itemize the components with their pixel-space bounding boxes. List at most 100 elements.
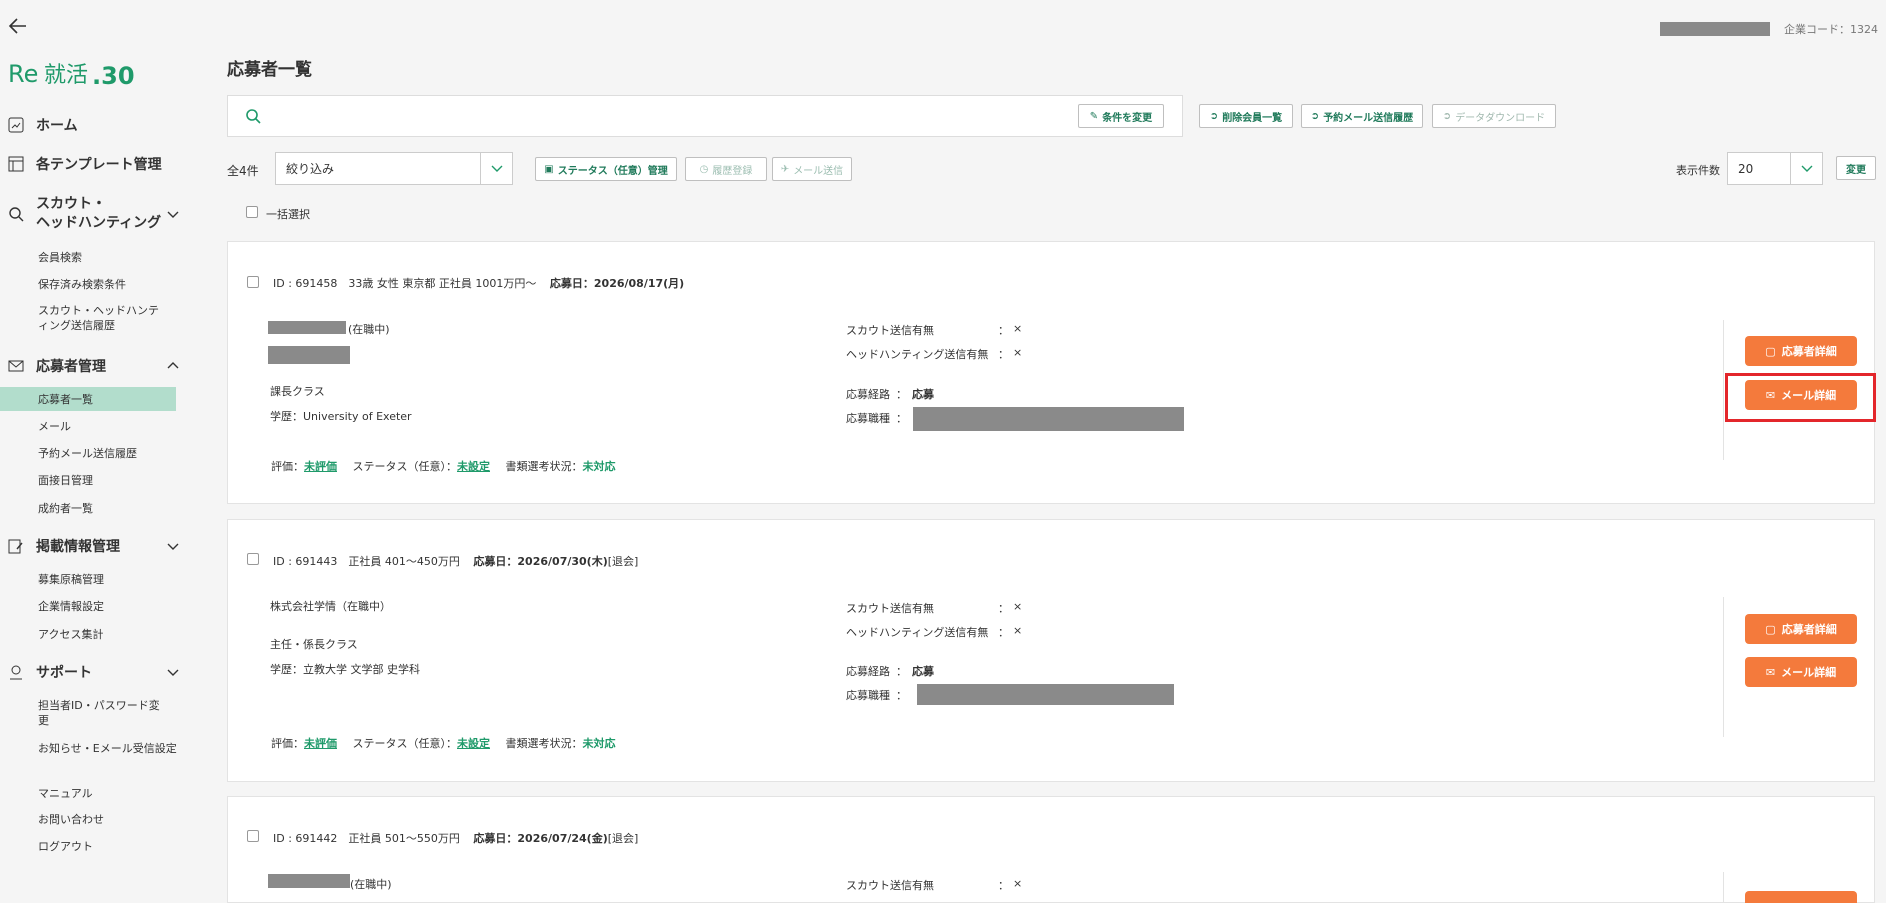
nav-sub-reserved-mail[interactable]: 予約メール送信履歴: [38, 446, 178, 461]
status-manage-button[interactable]: ▣ ステータス（任意）管理: [535, 157, 677, 181]
per-page-select[interactable]: 20: [1727, 152, 1823, 185]
filter-select[interactable]: 絞り込み: [275, 152, 513, 185]
eval-link[interactable]: 未評価: [304, 737, 337, 750]
nav-sub-notification-settings[interactable]: お知らせ・Eメール受信設定: [38, 741, 178, 756]
scout-sent-label: スカウト送信有無: [846, 602, 934, 615]
status-label: ステータス（任意）：: [352, 460, 458, 473]
nav-listing[interactable]: 掲載情報管理: [8, 536, 180, 556]
nav-scout[interactable]: スカウト・ヘッドハンティング: [8, 195, 180, 233]
mail-detail-button[interactable]: ✉ メール詳細: [1745, 657, 1857, 687]
chevron-down-icon: [1790, 153, 1822, 184]
bulk-select-checkbox[interactable]: [246, 206, 258, 218]
applicant-detail-button[interactable]: ▢ 応募者詳細: [1745, 336, 1857, 366]
data-download-button[interactable]: ➲ データダウンロード: [1432, 104, 1556, 128]
nav-sub-mail[interactable]: メール: [38, 419, 178, 434]
highlight-box: [1725, 373, 1876, 422]
status-manage-label: ステータス（任意）管理: [557, 165, 668, 177]
per-page-label: 表示件数: [1676, 164, 1720, 177]
back-arrow-icon[interactable]: [6, 14, 30, 38]
mail-send-label: メール送信: [793, 165, 844, 177]
divider: [1723, 872, 1724, 903]
applicant-checkbox[interactable]: [247, 553, 259, 565]
page-title: 応募者一覧: [227, 60, 312, 80]
nav-sub-password-change[interactable]: 担当者ID・パスワード変更: [38, 698, 168, 728]
search-input[interactable]: [270, 104, 1070, 128]
eval-link[interactable]: 未評価: [304, 460, 337, 473]
filter-select-value: 絞り込み: [286, 162, 335, 176]
applicant-checkbox[interactable]: [247, 276, 259, 288]
nav-support-label: サポート: [36, 665, 92, 681]
headhunt-sent-value: ×: [1013, 624, 1023, 637]
svg-text:Re: Re: [8, 60, 38, 88]
colon: ：: [998, 879, 1009, 892]
mail-send-button[interactable]: ✈ メール送信: [772, 157, 852, 181]
nav-applicants-label: 応募者管理: [36, 359, 106, 375]
nav-sub-interview[interactable]: 面接日管理: [38, 473, 178, 488]
nav-applicants[interactable]: 応募者管理: [8, 356, 180, 376]
chevron-up-icon[interactable]: [166, 361, 180, 371]
chevron-down-icon[interactable]: [166, 667, 180, 677]
nav-sub-logout[interactable]: ログアウト: [38, 839, 178, 854]
nav-templates[interactable]: 各テンプレート管理: [8, 154, 180, 174]
nav-sub-recruit-manuscript[interactable]: 募集原稿管理: [38, 572, 178, 587]
nav-home[interactable]: ホーム: [8, 115, 180, 135]
arrow-circle-icon: ➲: [1310, 110, 1320, 122]
history-register-button[interactable]: ◷ 履歴登録: [685, 157, 767, 181]
nav-sub-applicant-list[interactable]: 応募者一覧: [38, 392, 178, 407]
chevron-down-icon: [480, 153, 512, 184]
nav-sub-contact[interactable]: お問い合わせ: [38, 812, 178, 827]
scout-sent-value: ×: [1013, 600, 1023, 613]
nav-sub-scout-history[interactable]: スカウト・ヘッドハンティング送信履歴: [38, 303, 168, 333]
nav-sub-member-search[interactable]: 会員検索: [38, 250, 178, 265]
colon: ：: [896, 412, 907, 425]
applicant-date: 応募日：2026/07/24(金): [473, 832, 608, 845]
employment-status: (在職中): [350, 878, 392, 891]
nav-sub-manual[interactable]: マニュアル: [38, 786, 178, 801]
mail-icon: [8, 360, 24, 372]
nav-sub-contracted[interactable]: 成約者一覧: [38, 501, 178, 516]
nav-support[interactable]: サポート: [8, 662, 180, 682]
applicant-id-info: ID : 691442 正社員 501〜550万円: [273, 832, 460, 845]
status-link[interactable]: 未設定: [457, 737, 490, 750]
route-value: 応募: [912, 388, 934, 401]
applicant-detail-button[interactable]: ▢ 応募者詳細: [1745, 614, 1857, 644]
support-icon: [10, 665, 22, 680]
chevron-down-icon[interactable]: [166, 541, 180, 551]
colon: ：: [998, 348, 1009, 361]
mail-detail-label: メール詳細: [1781, 666, 1837, 679]
nav-sub-saved-search[interactable]: 保存済み検索条件: [38, 277, 178, 292]
nav-scout-label-1: スカウト・: [36, 196, 106, 212]
nav-sub-company-settings[interactable]: 企業情報設定: [38, 599, 178, 614]
applicant-card: [227, 796, 1875, 903]
chart-icon: ▣: [544, 163, 554, 175]
clock-icon: ◷: [699, 163, 709, 175]
template-icon: [8, 156, 24, 172]
redacted-name: [268, 346, 350, 364]
per-page-change-label: 変更: [1846, 164, 1866, 176]
scout-sent-label: スカウト送信有無: [846, 879, 934, 892]
status-link[interactable]: 未設定: [457, 460, 490, 473]
nav-scout-label-2: ヘッドハンティング: [36, 215, 162, 231]
deleted-members-button[interactable]: ➲ 削除会員一覧: [1199, 104, 1293, 128]
redacted-company-name: [1660, 22, 1770, 36]
deleted-members-label: 削除会員一覧: [1222, 112, 1283, 124]
evaluation-row: 評価：未評価 ステータス（任意）：未設定 書類選考状況：未対応: [271, 735, 616, 751]
change-conditions-button[interactable]: ✎ 条件を変更: [1078, 104, 1164, 128]
redacted-company: [268, 874, 350, 888]
chevron-down-icon[interactable]: [166, 209, 180, 219]
education: 学歴：立教大学 文学部 史学科: [270, 663, 420, 676]
nav-sub-access-stats[interactable]: アクセス集計: [38, 627, 178, 642]
reserved-mail-history-button[interactable]: ➲ 予約メール送信履歴: [1301, 104, 1423, 128]
reserved-mail-history-label: 予約メール送信履歴: [1323, 112, 1414, 124]
applicant-id-info: ID : 691458 33歳 女性 東京都 正社員 1001万円〜: [273, 277, 537, 290]
applicant-detail-button-partial[interactable]: [1745, 891, 1857, 903]
education: 学歴：University of Exeter: [270, 410, 412, 423]
change-conditions-label: 条件を変更: [1102, 112, 1153, 124]
employment-status: (在職中): [348, 323, 390, 336]
bulk-select-label: 一括選択: [266, 208, 310, 221]
applicant-checkbox[interactable]: [247, 830, 259, 842]
withdrawn-note: [退会]: [607, 832, 639, 845]
job-label: 応募職種: [846, 412, 890, 425]
divider: [1723, 320, 1724, 460]
per-page-change-button[interactable]: 変更: [1836, 156, 1876, 180]
